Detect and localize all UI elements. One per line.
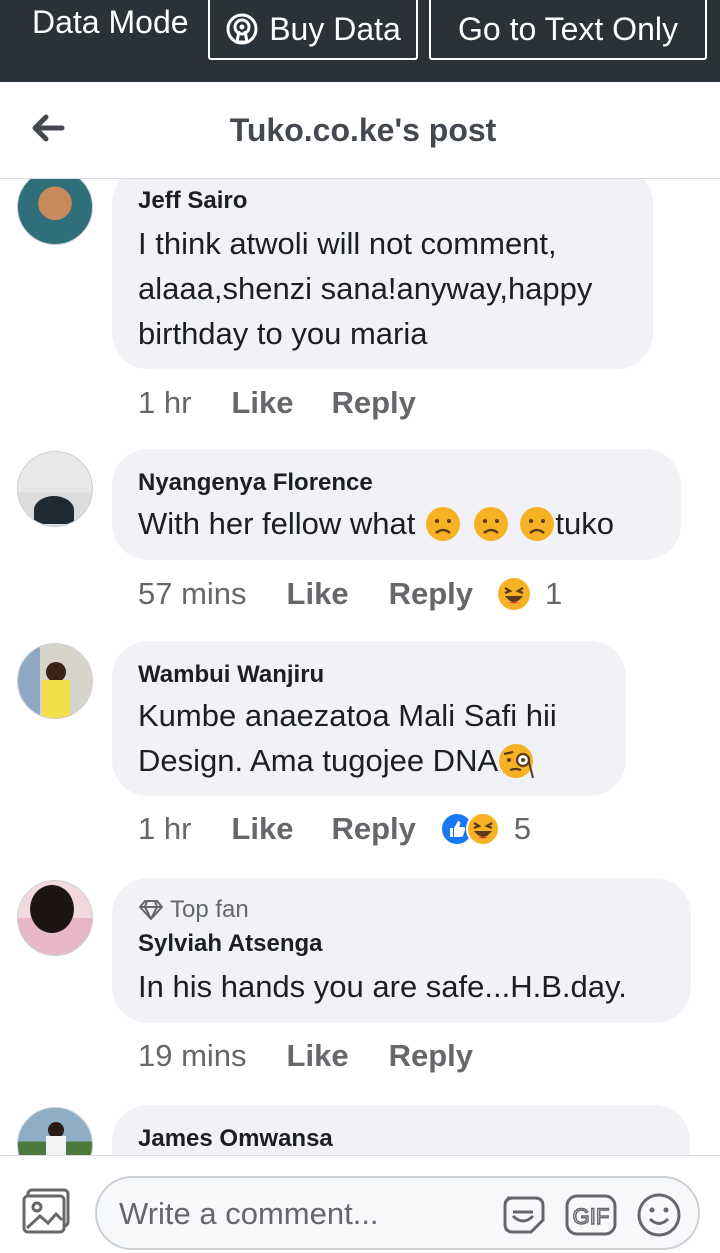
reaction-summary[interactable]: 1 <box>497 576 562 612</box>
comment-line: birthday to you maria <box>138 316 428 351</box>
comment-bubble[interactable]: Jeff Sairo I think atwoli will not comme… <box>112 179 653 369</box>
gif-icon[interactable]: GIF <box>565 1192 617 1238</box>
top-fan-label: Top fan <box>170 896 249 923</box>
comment-time[interactable]: 19 mins <box>138 1038 247 1074</box>
like-button[interactable]: Like <box>287 1038 349 1074</box>
commenter-name[interactable]: Wambui Wanjiru <box>138 661 600 689</box>
photo-icon[interactable] <box>22 1188 72 1234</box>
comment-text-part: With her fellow what <box>138 506 416 541</box>
commenter-name[interactable]: Jeff Sairo <box>138 187 627 215</box>
emoji-icon[interactable] <box>635 1192 683 1238</box>
broadcast-icon <box>226 13 258 45</box>
comment-bubble[interactable]: James Omwansa <box>112 1105 690 1155</box>
comment-actions: 57 mins Like Reply 1 <box>138 576 562 612</box>
reaction-count: 1 <box>545 576 563 611</box>
text-only-label: Go to Text Only <box>458 10 678 47</box>
comment-bubble[interactable]: Top fan Sylviah Atsenga In his hands you… <box>112 878 691 1023</box>
frowning-face-icon <box>520 506 555 541</box>
comment-list[interactable]: Jeff Sairo I think atwoli will not comme… <box>0 179 720 1155</box>
reaction-count: 5 <box>513 811 532 846</box>
data-mode-label: Data Mode <box>32 4 189 40</box>
comment-text-part: tuko <box>555 506 614 541</box>
avatar[interactable] <box>17 1107 93 1155</box>
comment-time[interactable]: 57 mins <box>138 576 247 612</box>
reply-button[interactable]: Reply <box>331 385 415 421</box>
frowning-face-icon <box>426 506 461 541</box>
comment-actions: 1 hr Like Reply 5 <box>138 811 531 847</box>
laughing-squint-icon <box>498 578 530 610</box>
comment-time[interactable]: 1 hr <box>138 811 191 847</box>
face-with-monocle-icon <box>499 743 535 778</box>
comment-input-placeholder: Write a comment... <box>119 1196 379 1231</box>
comment-composer: Write a comment... GIF <box>0 1155 720 1253</box>
text-only-button[interactable]: Go to Text Only <box>429 0 707 60</box>
comment-bubble[interactable]: Wambui Wanjiru Kumbe anaezatoa Mali Safi… <box>112 641 626 796</box>
comment-bubble[interactable]: Nyangenya Florence With her fellow what … <box>112 449 681 560</box>
comment-line-with-emoji: Design. Ama tugojee DNA <box>138 738 600 783</box>
comment-line: Kumbe anaezatoa Mali Safi hii <box>138 698 557 733</box>
comment-text: I think atwoli will not comment, alaaa,s… <box>138 221 627 356</box>
comment-time[interactable]: 1 hr <box>138 385 191 421</box>
reply-button[interactable]: Reply <box>389 576 473 612</box>
commenter-name[interactable]: James Omwansa <box>138 1125 664 1153</box>
avatar[interactable] <box>17 451 93 527</box>
comment-text: Kumbe anaezatoa Mali Safi hii Design. Am… <box>138 693 600 783</box>
like-button[interactable]: Like <box>231 811 293 847</box>
comment-line: Design. Ama tugojee DNA <box>138 743 499 778</box>
commenter-name[interactable]: Sylviah Atsenga <box>138 930 665 958</box>
comment-text: With her fellow what tuko <box>138 501 655 546</box>
comment-actions: 19 mins Like Reply <box>138 1038 473 1074</box>
buy-data-button[interactable]: Buy Data <box>208 0 418 60</box>
avatar[interactable] <box>17 179 93 245</box>
data-mode-bar: Data Mode Buy Data Go to Text Only <box>0 0 720 82</box>
top-fan-badge: Top fan <box>138 896 665 924</box>
avatar[interactable] <box>17 880 93 956</box>
comment-input[interactable]: Write a comment... GIF <box>95 1176 700 1250</box>
comment-text: In his hands you are safe...H.B.day. <box>138 969 627 1004</box>
commenter-name[interactable]: Nyangenya Florence <box>138 469 655 497</box>
like-button[interactable]: Like <box>231 385 293 421</box>
comment-actions: 1 hr Like Reply <box>138 385 416 421</box>
sticker-icon[interactable] <box>499 1192 549 1238</box>
reply-button[interactable]: Reply <box>389 1038 473 1074</box>
avatar[interactable] <box>17 643 93 719</box>
diamond-icon <box>139 900 163 920</box>
page-title: Tuko.co.ke's post <box>229 112 497 148</box>
comment-line: I think atwoli will not comment, <box>138 226 557 261</box>
buy-data-label: Buy Data <box>269 10 401 47</box>
comment-line: alaaa,shenzi sana!anyway,happy <box>138 271 593 306</box>
reaction-summary[interactable]: 5 <box>439 811 532 847</box>
laughing-squint-icon <box>465 812 500 846</box>
reply-button[interactable]: Reply <box>331 811 415 847</box>
post-header: Tuko.co.ke's post <box>0 82 720 179</box>
svg-text:GIF: GIF <box>573 1204 610 1229</box>
like-button[interactable]: Like <box>287 576 349 612</box>
frowning-face-icon <box>474 506 509 541</box>
